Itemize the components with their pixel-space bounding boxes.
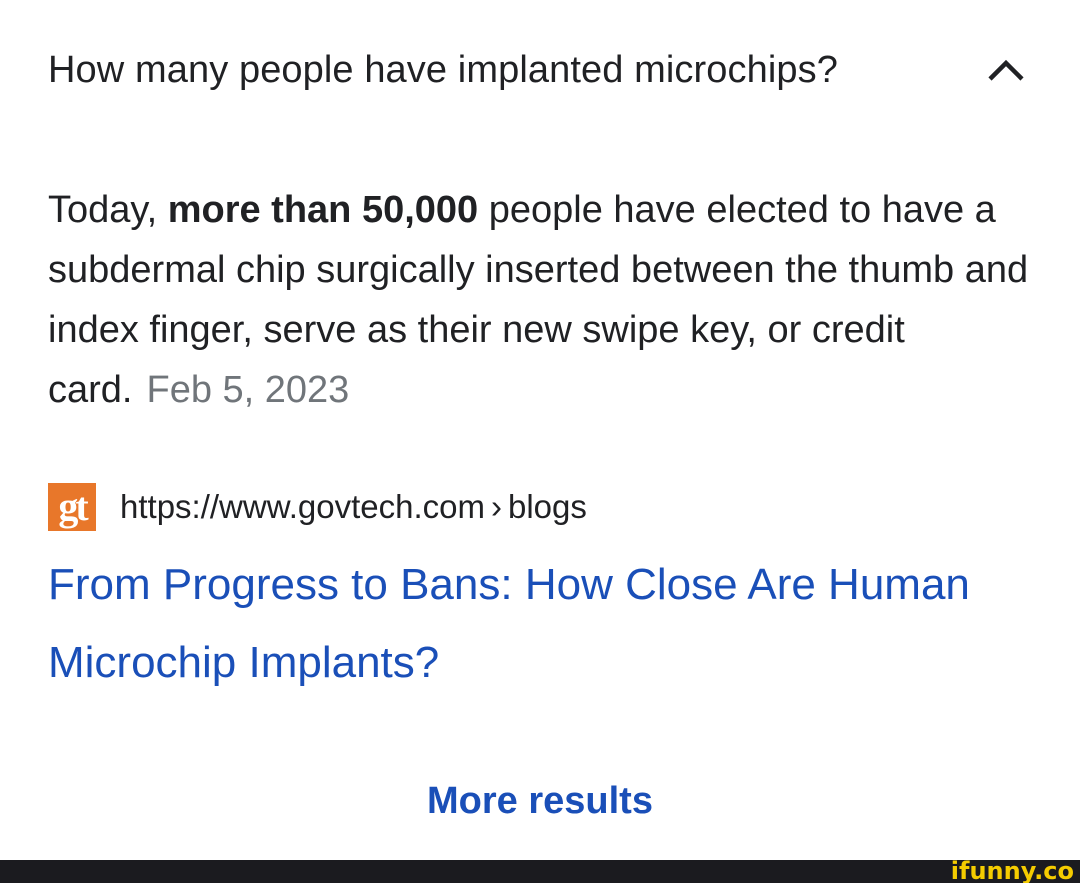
source-path: blogs	[507, 488, 587, 525]
question-text: How many people have implanted microchip…	[48, 48, 838, 91]
answer-snippet: Today, more than 50,000 people have elec…	[48, 180, 1038, 420]
more-results-button[interactable]: More results	[0, 780, 1080, 823]
footer-bar: ifunny.co	[0, 857, 1080, 883]
chevron-up-icon[interactable]	[982, 46, 1030, 94]
question-header[interactable]: How many people have implanted microchip…	[48, 40, 1038, 100]
breadcrumb-separator: ›	[490, 488, 502, 525]
source-domain: https://www.govtech.com	[120, 488, 485, 525]
source-row[interactable]: gt https://www.govtech.com › blogs	[48, 482, 587, 532]
answer-highlight: more than 50,000	[167, 189, 479, 231]
result-title-link[interactable]: From Progress to Bans: How Close Are Hum…	[48, 546, 1038, 702]
answer-prefix: Today,	[48, 189, 168, 231]
source-url[interactable]: https://www.govtech.com › blogs	[120, 488, 587, 526]
search-answer-panel: How many people have implanted microchip…	[0, 0, 1080, 883]
answer-date: Feb 5, 2023	[146, 369, 350, 411]
watermark-logo: ifunny.co	[950, 857, 1074, 883]
site-favicon: gt	[48, 483, 96, 531]
